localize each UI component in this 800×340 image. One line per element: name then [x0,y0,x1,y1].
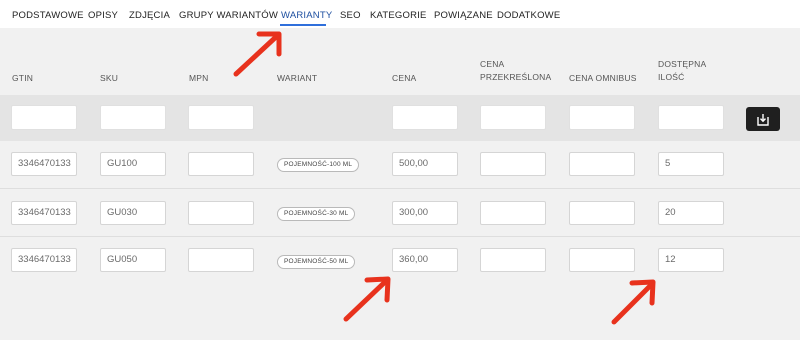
row-divider [0,236,800,237]
column-header-qty-line2: ILOŚĆ [658,72,685,82]
bulk-sku-input[interactable] [100,105,166,130]
bulk-gtin-input[interactable] [11,105,77,130]
column-header-price: CENA [392,73,417,83]
mpn-field[interactable] [188,201,254,225]
column-header-qty-line1: DOSTĘPNA [658,59,707,69]
column-header-strike-price-line1: CENA [480,59,505,69]
red-arrow-icon [611,279,656,325]
strike-price-field[interactable] [480,248,546,272]
price-field[interactable]: 500,00 [392,152,458,176]
quantity-field[interactable]: 5 [658,152,724,176]
red-arrow-icon [343,276,391,322]
price-field[interactable]: 300,00 [392,201,458,225]
column-header-qty: DOSTĘPNA ILOŚĆ [658,58,706,84]
strike-price-field[interactable] [480,201,546,225]
quantity-field[interactable]: 12 [658,248,724,272]
bulk-omnibus-input[interactable] [569,105,635,130]
tab-powiazane[interactable]: POWIĄZANE [434,10,493,21]
save-icon [757,114,769,126]
bulk-qty-input[interactable] [658,105,724,130]
tab-seo[interactable]: SEO [340,10,361,21]
tab-dodatkowe[interactable]: DODATKOWE [497,10,560,21]
column-header-omnibus: CENA OMNIBUS [569,73,637,83]
tab-warianty[interactable]: WARIANTY [281,10,332,21]
omnibus-price-field[interactable] [569,248,635,272]
tab-podstawowe[interactable]: PODSTAWOWE [12,10,84,21]
price-field[interactable]: 360,00 [392,248,458,272]
sku-field[interactable]: GU030 [100,201,166,225]
strike-price-field[interactable] [480,152,546,176]
bulk-mpn-input[interactable] [188,105,254,130]
row-divider [0,188,800,189]
gtin-field[interactable]: 3346470133 [11,248,77,272]
column-header-variant: WARIANT [277,73,318,83]
tab-zdjecia[interactable]: ZDJĘCIA [129,10,170,21]
gtin-field[interactable]: 3346470133 [11,201,77,225]
tab-opisy[interactable]: OPISY [88,10,118,21]
active-tab-indicator [280,24,326,26]
mpn-field[interactable] [188,152,254,176]
tab-grupy-wariantow[interactable]: GRUPY WARIANTÓW [179,10,278,21]
column-header-sku: SKU [100,73,119,83]
column-header-mpn: MPN [189,73,209,83]
variant-badge: POJEMNOŚĆ-50 ML [277,255,356,269]
tab-kategorie[interactable]: KATEGORIE [370,10,427,21]
omnibus-price-field[interactable] [569,152,635,176]
quantity-field[interactable]: 20 [658,201,724,225]
bulk-price-input[interactable] [392,105,458,130]
mpn-field[interactable] [188,248,254,272]
bulk-strike-price-input[interactable] [480,105,546,130]
column-header-strike-price-line2: PRZEKREŚLONA [480,72,552,82]
column-header-gtin: GTIN [12,73,34,83]
sku-field[interactable]: GU050 [100,248,166,272]
tab-bar: PODSTAWOWE OPISY ZDJĘCIA GRUPY WARIANTÓW… [0,0,800,28]
sku-field[interactable]: GU100 [100,152,166,176]
red-arrow-icon [233,31,282,77]
omnibus-price-field[interactable] [569,201,635,225]
apply-bulk-button[interactable] [746,107,780,131]
gtin-field[interactable]: 3346470133 [11,152,77,176]
column-header-strike-price: CENA PRZEKREŚLONA [480,58,551,84]
variant-badge: POJEMNOŚĆ-30 ML [277,207,356,221]
variant-badge: POJEMNOŚĆ-100 ML [277,158,360,172]
